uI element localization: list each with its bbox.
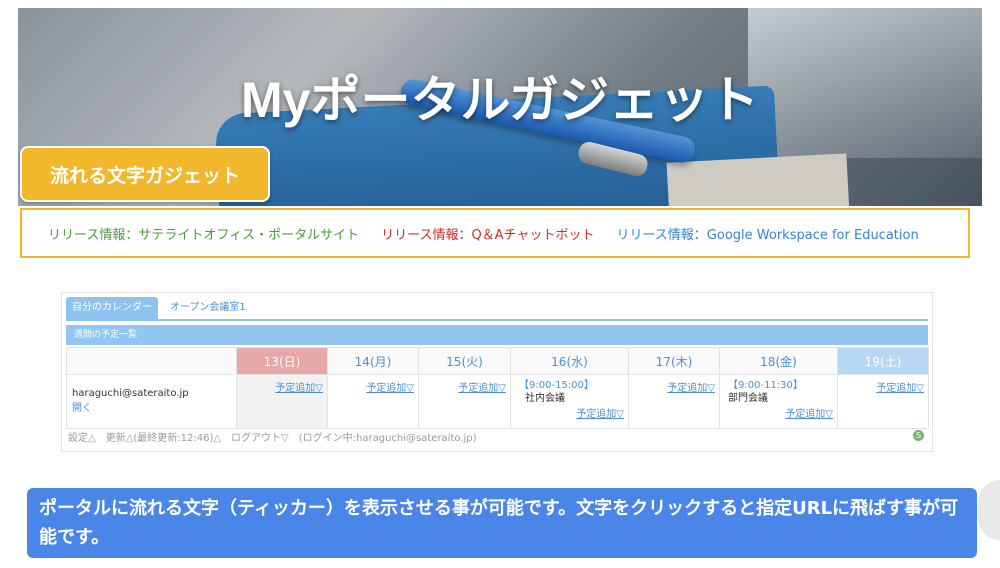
add-event-link[interactable]: 予定追加▽ bbox=[785, 405, 833, 420]
news-ticker: リリース情報：サテライトオフィス・ポータルサイト リリース情報：Q＆Aチャットボ… bbox=[20, 208, 970, 258]
tab-open-meeting-room[interactable]: オープン会議室1 bbox=[164, 297, 252, 319]
ticker-item[interactable]: リリース情報：サテライトオフィス・ポータルサイト bbox=[48, 224, 359, 243]
add-event-link[interactable]: 予定追加▽ bbox=[576, 405, 624, 420]
day-cell: 予定追加▽ bbox=[327, 374, 419, 429]
week-calendar-table: 13(日) 14(月) 15(火) 16(水) 17(木) 18(金) 19(土… bbox=[66, 347, 929, 429]
add-event-link[interactable]: 予定追加▽ bbox=[876, 379, 924, 394]
day-cell: 予定追加▽ bbox=[236, 374, 328, 429]
page-title: Myポータルガジェット bbox=[241, 72, 759, 128]
scroll-handle[interactable] bbox=[978, 480, 1000, 540]
calendar-gadget: 自分のカレンダー オープン会議室1 週間の予定一覧 13(日) 14(月) 15… bbox=[61, 292, 933, 452]
add-event-link[interactable]: 予定追加▽ bbox=[275, 379, 323, 394]
ticker-item[interactable]: リリース情報：Google Workspace for Education bbox=[616, 224, 918, 243]
day-header[interactable]: 18(金) bbox=[719, 347, 838, 375]
description-callout: ポータルに流れる文字（ティッカー）を表示させる事が可能です。文字をクリックすると… bbox=[27, 488, 977, 558]
day-cell: 予定追加▽ bbox=[418, 374, 511, 429]
day-header[interactable]: 17(木) bbox=[628, 347, 720, 375]
day-header[interactable]: 15(火) bbox=[418, 347, 511, 375]
day-cell: 【9:00-15:00】 社内会議 予定追加▽ bbox=[510, 374, 629, 429]
event-time: 【9:00-15:00】 bbox=[519, 380, 594, 391]
day-cell: 予定追加▽ bbox=[628, 374, 720, 429]
event-time: 【9:00-11:30】 bbox=[728, 380, 803, 391]
day-header-saturday[interactable]: 19(土) bbox=[837, 347, 929, 375]
gadget-badge: 流れる文字ガジェット bbox=[20, 146, 270, 202]
event-entry[interactable]: 【9:00-15:00】 社内会議 bbox=[519, 379, 594, 405]
status-icon: S bbox=[913, 430, 924, 441]
user-email: haraguchi@sateraito.jp bbox=[72, 388, 189, 399]
day-header[interactable]: 14(月) bbox=[327, 347, 419, 375]
ticker-item[interactable]: リリース情報：Q＆Aチャットボット bbox=[381, 224, 594, 243]
event-entry[interactable]: 【9:00-11:30】 部門会議 bbox=[728, 379, 803, 405]
user-cell: haraguchi@sateraito.jp 開く bbox=[66, 374, 237, 429]
day-cell: 【9:00-11:30】 部門会議 予定追加▽ bbox=[719, 374, 838, 429]
event-title: 部門会議 bbox=[728, 393, 768, 404]
add-event-link[interactable]: 予定追加▽ bbox=[667, 379, 715, 394]
day-cell: 予定追加▽ bbox=[837, 374, 929, 429]
add-event-link[interactable]: 予定追加▽ bbox=[366, 379, 414, 394]
open-link[interactable]: 開く bbox=[72, 399, 235, 414]
week-schedule-header: 週間の予定一覧 bbox=[66, 325, 928, 345]
calendar-footer-links[interactable]: 設定△ 更新△(最終更新:12:46)△ ログアウト▽ (ログイン中:harag… bbox=[68, 429, 477, 444]
tab-my-calendar[interactable]: 自分のカレンダー bbox=[66, 297, 158, 319]
event-title: 社内会議 bbox=[525, 393, 565, 404]
add-event-link[interactable]: 予定追加▽ bbox=[458, 379, 506, 394]
calendar-tabs: 自分のカレンダー オープン会議室1 bbox=[66, 297, 252, 319]
day-header-today[interactable]: 13(日) bbox=[236, 347, 328, 375]
day-header[interactable]: 16(水) bbox=[510, 347, 629, 375]
